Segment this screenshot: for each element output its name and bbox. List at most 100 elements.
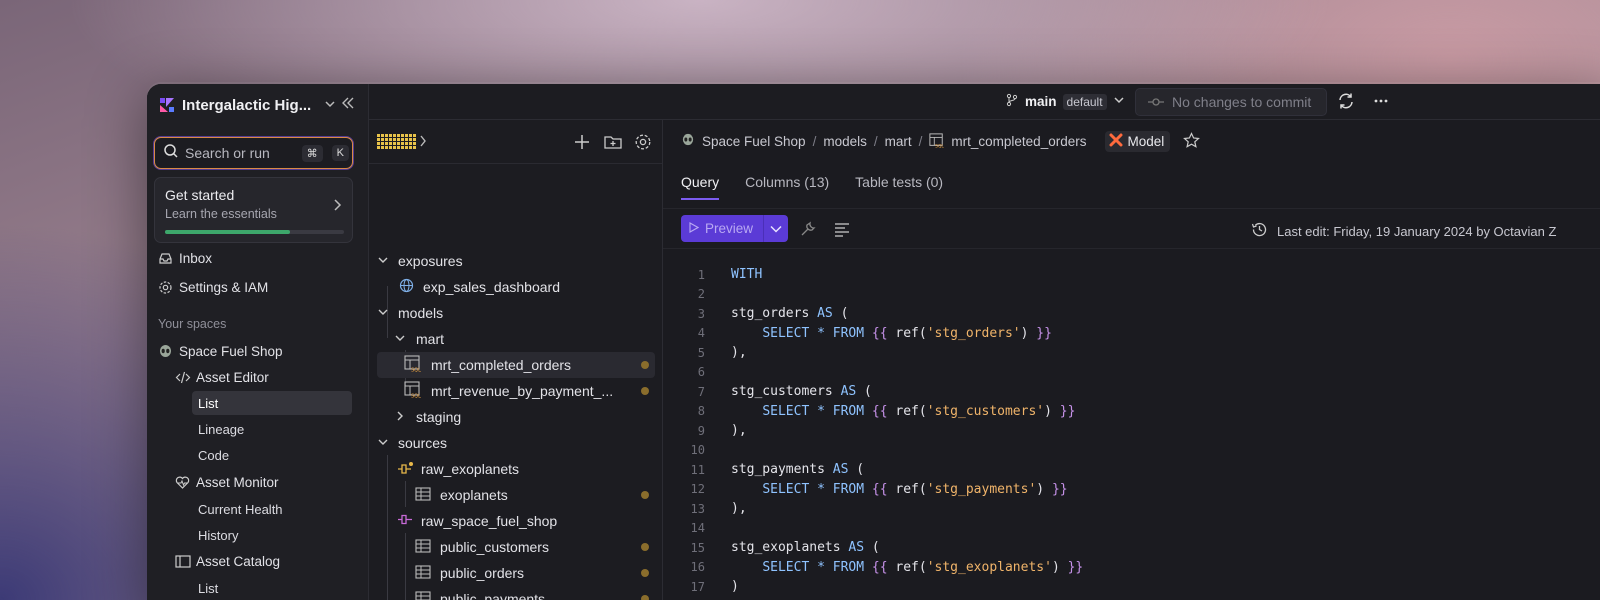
globe-icon xyxy=(399,278,414,296)
tree-label: mrt_completed_orders xyxy=(431,357,572,373)
line-number: 3 xyxy=(697,306,705,321)
breadcrumb-separator: / xyxy=(873,134,878,149)
tree-folder-sources[interactable]: sources xyxy=(369,430,663,456)
org-logo-icon xyxy=(159,97,175,113)
alien-icon xyxy=(158,344,173,359)
status-dot xyxy=(641,361,649,369)
code-text: ), xyxy=(731,345,747,361)
chevron-right-icon xyxy=(332,198,342,217)
code-line: 4 SELECT * FROM {{ ref('stg_orders') }} xyxy=(663,324,1083,344)
code-editor[interactable]: 1 WITH 2 3 stg_orders AS (4 SELECT * FROM {{… xyxy=(663,265,1084,597)
sidebar-item-inbox[interactable]: Inbox xyxy=(158,251,212,266)
asset-monitor-label: Asset Monitor xyxy=(196,475,279,490)
line-number: 7 xyxy=(697,384,705,399)
tree-label: staging xyxy=(416,409,462,425)
branch-selector[interactable]: main default xyxy=(1005,93,1125,110)
code-icon xyxy=(175,370,191,385)
sidebar-item-catalog-list[interactable]: List xyxy=(192,576,352,600)
code-text: ), xyxy=(731,423,747,439)
progress-fill xyxy=(165,230,291,234)
tree-item-exoplanets[interactable]: exoplanets xyxy=(369,482,663,508)
search-input[interactable]: Search or run ⌘ K xyxy=(154,137,353,169)
code-text: stg_exoplanets AS ( xyxy=(731,540,880,556)
last-edit-info: Last edit: Friday, 19 January 2024 by Oc… xyxy=(1251,221,1556,241)
add-file-icon[interactable] xyxy=(573,133,591,156)
chevron-down-icon xyxy=(375,255,391,267)
code-text: SELECT * FROM {{ ref('stg_exoplanets') }… xyxy=(762,559,1084,575)
status-dot xyxy=(641,387,649,395)
tab-table-tests[interactable]: Table tests (0) xyxy=(855,174,943,200)
commit-button[interactable]: No changes to commit xyxy=(1135,88,1327,116)
sidebar-item-lineage[interactable]: Lineage xyxy=(192,417,352,441)
sidebar-item-list[interactable]: List xyxy=(192,391,352,415)
tree-item-public-orders[interactable]: public_orders xyxy=(369,560,663,586)
settings-icon[interactable] xyxy=(634,133,652,156)
get-started-card[interactable]: Get started Learn the essentials xyxy=(154,177,353,243)
more-options-icon[interactable] xyxy=(1372,92,1392,112)
code-line: 1 WITH xyxy=(663,265,1083,285)
code-line: 8 SELECT * FROM {{ ref('stg_customers') … xyxy=(663,402,1083,422)
star-icon[interactable] xyxy=(1183,131,1201,152)
tree-label: sources xyxy=(398,435,448,451)
code-line: 10 xyxy=(663,441,1083,461)
preview-button[interactable]: Preview xyxy=(681,215,788,242)
breadcrumb-separator: / xyxy=(812,134,817,149)
sidebar-item-current-health[interactable]: Current Health xyxy=(192,497,352,521)
sidebar-item-asset-editor[interactable]: Asset Editor xyxy=(175,370,269,385)
line-number: 6 xyxy=(697,365,705,380)
chevron-down-icon xyxy=(375,437,391,449)
preview-main[interactable]: Preview xyxy=(681,215,764,242)
tree-folder-models[interactable]: models xyxy=(369,300,663,326)
book-icon xyxy=(175,554,191,569)
code-line: 2 xyxy=(663,285,1083,305)
sidebar-item-code[interactable]: Code xyxy=(192,443,352,467)
breadcrumb-models[interactable]: models xyxy=(823,134,867,149)
spaces-section-label: Your spaces xyxy=(158,317,227,331)
tree-item-raw-exoplanets[interactable]: raw_exoplanets xyxy=(369,456,663,482)
svg-text:SQL: SQL xyxy=(411,394,421,399)
tree-item-mrt-completed-orders[interactable]: SQL mrt_completed_orders xyxy=(377,352,655,378)
tree-item-raw-space-fuel-shop[interactable]: raw_space_fuel_shop xyxy=(369,508,663,534)
format-icon[interactable] xyxy=(833,220,851,243)
refresh-icon[interactable] xyxy=(1337,92,1357,112)
breadcrumb-space[interactable]: Space Fuel Shop xyxy=(702,134,806,149)
collapse-sidebar-icon[interactable] xyxy=(340,95,358,113)
add-folder-icon[interactable] xyxy=(603,133,623,156)
code-line: 12 SELECT * FROM {{ ref('stg_payments') … xyxy=(663,480,1083,500)
code-line: 14 xyxy=(663,519,1083,539)
tab-columns[interactable]: Columns (13) xyxy=(745,174,829,200)
model-badge: Model xyxy=(1105,131,1171,152)
top-bar: main default No changes to commit xyxy=(369,84,1600,120)
branch-name: main xyxy=(1025,94,1057,109)
tree-label: raw_exoplanets xyxy=(421,461,520,477)
breadcrumb-mart[interactable]: mart xyxy=(885,134,912,149)
sidebar-item-space[interactable]: Space Fuel Shop xyxy=(158,344,283,359)
org-name: Intergalactic Hig... xyxy=(182,96,312,114)
breadcrumb-separator: / xyxy=(918,134,923,149)
chevron-right-icon[interactable] xyxy=(419,134,427,153)
code-text: stg_customers AS ( xyxy=(731,384,872,400)
code-line: 5), xyxy=(663,343,1083,363)
org-switcher[interactable]: Intergalactic Hig... xyxy=(159,94,359,116)
wrench-icon[interactable] xyxy=(799,220,817,243)
tab-query[interactable]: Query xyxy=(681,174,720,200)
sidebar-item-asset-catalog[interactable]: Asset Catalog xyxy=(175,554,280,569)
alien-icon xyxy=(681,133,695,150)
tree-item-public-payments[interactable]: public_payments xyxy=(369,586,663,600)
model-badge-label: Model xyxy=(1127,134,1165,149)
tree-item-exp-sales-dashboard[interactable]: exp_sales_dashboard xyxy=(369,274,663,300)
tree-folder-mart[interactable]: mart xyxy=(369,326,663,352)
sidebar-item-asset-monitor[interactable]: Asset Monitor xyxy=(175,475,279,490)
tree-folder-staging[interactable]: staging xyxy=(369,404,663,430)
sidebar-item-settings[interactable]: Settings & IAM xyxy=(158,280,268,295)
tree-item-mrt-revenue[interactable]: SQL mrt_revenue_by_payment_... xyxy=(369,378,663,404)
chevron-down-icon[interactable] xyxy=(764,222,788,236)
tree-folder-exposures[interactable]: exposures xyxy=(369,248,663,274)
table-icon xyxy=(415,590,431,600)
code-text: WITH xyxy=(731,267,763,283)
sidebar-item-history[interactable]: History xyxy=(192,523,352,547)
line-number: 13 xyxy=(690,501,705,516)
status-dot xyxy=(641,569,649,577)
chevron-down-icon xyxy=(392,333,408,345)
tree-item-public-customers[interactable]: public_customers xyxy=(369,534,663,560)
